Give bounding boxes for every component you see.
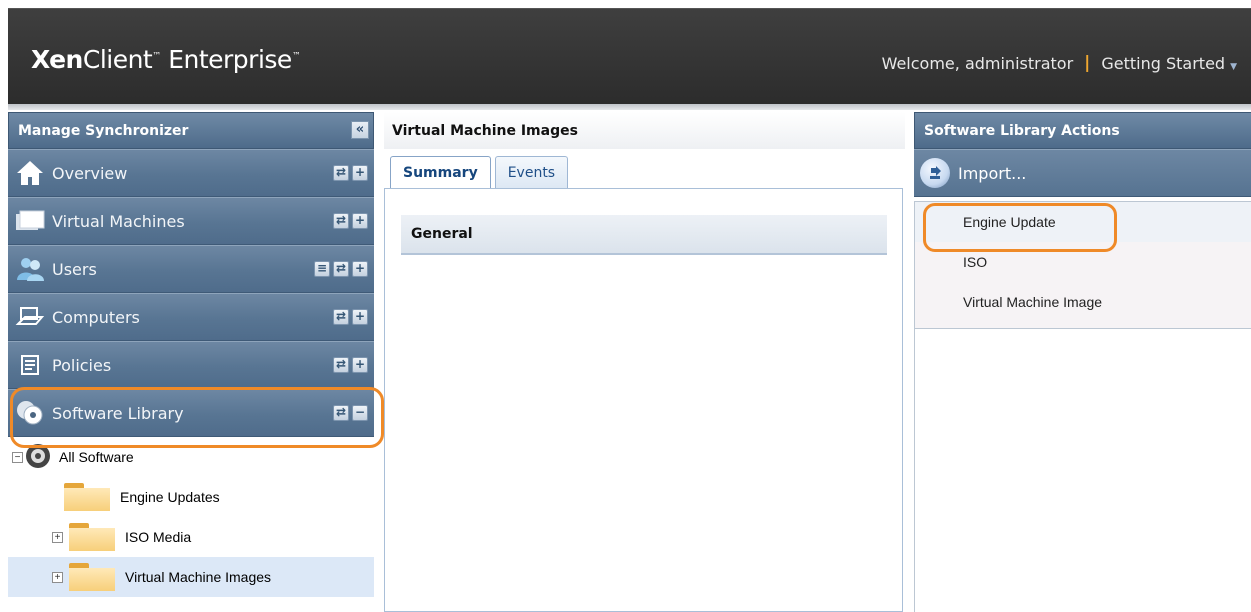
nav-label-software-library: Software Library xyxy=(52,403,184,423)
nav-label-overview: Overview xyxy=(52,163,128,183)
tree-label: Virtual Machine Images xyxy=(125,569,272,585)
section-general-header: General xyxy=(401,215,887,255)
right-panel-body xyxy=(914,329,1251,612)
import-icon xyxy=(920,158,950,188)
add-icon[interactable]: + xyxy=(352,357,368,373)
nav-item-computers[interactable]: Computers ⇄ + xyxy=(8,293,374,341)
nav-item-users[interactable]: Users ≡ ⇄ + xyxy=(8,245,374,293)
software-library-icon xyxy=(8,399,52,427)
nav-item-software-library[interactable]: Software Library ⇄ − xyxy=(8,389,374,437)
add-icon[interactable]: + xyxy=(352,213,368,229)
home-icon xyxy=(8,159,52,187)
nav-label-users: Users xyxy=(52,259,97,279)
add-icon[interactable]: + xyxy=(352,261,368,277)
getting-started-menu[interactable]: Getting Started ▼ xyxy=(1101,54,1237,73)
menu-item-engine-update[interactable]: Engine Update xyxy=(915,202,1251,242)
add-icon[interactable]: + xyxy=(352,165,368,181)
list-icon[interactable]: ≡ xyxy=(314,261,330,277)
menu-item-virtual-machine-image[interactable]: Virtual Machine Image xyxy=(915,282,1251,322)
panel-header: Manage Synchronizer « xyxy=(8,112,374,149)
expand-node-icon[interactable]: + xyxy=(52,531,63,543)
summary-content: General xyxy=(384,188,903,612)
tree-item-virtual-machine-images[interactable]: + Virtual Machine Images xyxy=(8,557,374,597)
refresh-icon[interactable]: ⇄ xyxy=(333,165,349,181)
nav-item-policies[interactable]: Policies ⇄ + xyxy=(8,341,374,389)
panel-title: Software Library Actions xyxy=(924,122,1120,139)
users-icon xyxy=(8,256,52,282)
software-tree: − All Software Engine Updates + ISO Medi… xyxy=(8,437,374,597)
policies-icon xyxy=(8,353,52,377)
import-label: Import... xyxy=(958,163,1027,183)
menu-item-iso[interactable]: ISO xyxy=(915,242,1251,282)
getting-started-label: Getting Started xyxy=(1101,53,1226,73)
nav-label-computers: Computers xyxy=(52,307,140,327)
expand-node-icon[interactable]: + xyxy=(52,571,63,583)
tree-label: All Software xyxy=(59,449,134,465)
nav-label-virtual-machines: Virtual Machines xyxy=(52,211,185,231)
tab-summary[interactable]: Summary xyxy=(390,156,491,188)
nav-label-policies: Policies xyxy=(52,355,112,375)
tab-events[interactable]: Events xyxy=(494,156,569,188)
header-separator: | xyxy=(1084,53,1091,73)
menu-label: Virtual Machine Image xyxy=(963,294,1103,310)
software-library-actions-panel: Software Library Actions Import... Engin… xyxy=(914,112,1251,612)
collapse-icon[interactable]: − xyxy=(352,405,368,421)
welcome-text: Welcome, administrator xyxy=(881,53,1074,73)
import-button[interactable]: Import... xyxy=(914,149,1251,197)
refresh-icon[interactable]: ⇄ xyxy=(333,405,349,421)
nav-item-virtual-machines[interactable]: Virtual Machines ⇄ + xyxy=(8,197,374,245)
chevron-down-icon: ▼ xyxy=(1230,61,1237,72)
add-icon[interactable]: + xyxy=(352,309,368,325)
refresh-icon[interactable]: ⇄ xyxy=(333,261,349,277)
disc-icon xyxy=(26,444,50,468)
folder-icon xyxy=(64,483,110,511)
tree-item-all-software[interactable]: − All Software xyxy=(8,437,374,477)
panel-header: Software Library Actions xyxy=(914,112,1251,149)
tree-item-engine-updates[interactable]: Engine Updates xyxy=(8,477,374,517)
tree-label: ISO Media xyxy=(125,529,192,545)
folder-icon xyxy=(69,523,115,551)
refresh-icon[interactable]: ⇄ xyxy=(333,357,349,373)
xenclient-logo: XenClient™ Enterprise™ xyxy=(31,45,301,74)
virtual-machines-icon xyxy=(8,208,52,234)
import-menu: Engine Update ISO Virtual Machine Image xyxy=(914,201,1251,329)
refresh-icon[interactable]: ⇄ xyxy=(333,213,349,229)
panel-title: Virtual Machine Images xyxy=(384,112,905,149)
computers-icon xyxy=(8,304,52,330)
collapse-panel-button[interactable]: « xyxy=(351,121,369,139)
menu-label: ISO xyxy=(963,254,988,270)
folder-icon xyxy=(69,563,115,591)
menu-label: Engine Update xyxy=(963,214,1056,230)
manage-synchronizer-panel: Manage Synchronizer « Overview ⇄ + Virtu… xyxy=(8,112,374,612)
panel-title: Manage Synchronizer xyxy=(18,122,189,139)
nav-item-overview[interactable]: Overview ⇄ + xyxy=(8,149,374,197)
tree-item-iso-media[interactable]: + ISO Media xyxy=(8,517,374,557)
virtual-machine-images-panel: Virtual Machine Images Summary Events Ge… xyxy=(384,112,905,612)
app-header: XenClient™ Enterprise™ Welcome, administ… xyxy=(8,8,1251,110)
tree-label: Engine Updates xyxy=(120,489,220,505)
refresh-icon[interactable]: ⇄ xyxy=(333,309,349,325)
tab-bar: Summary Events xyxy=(390,156,569,188)
